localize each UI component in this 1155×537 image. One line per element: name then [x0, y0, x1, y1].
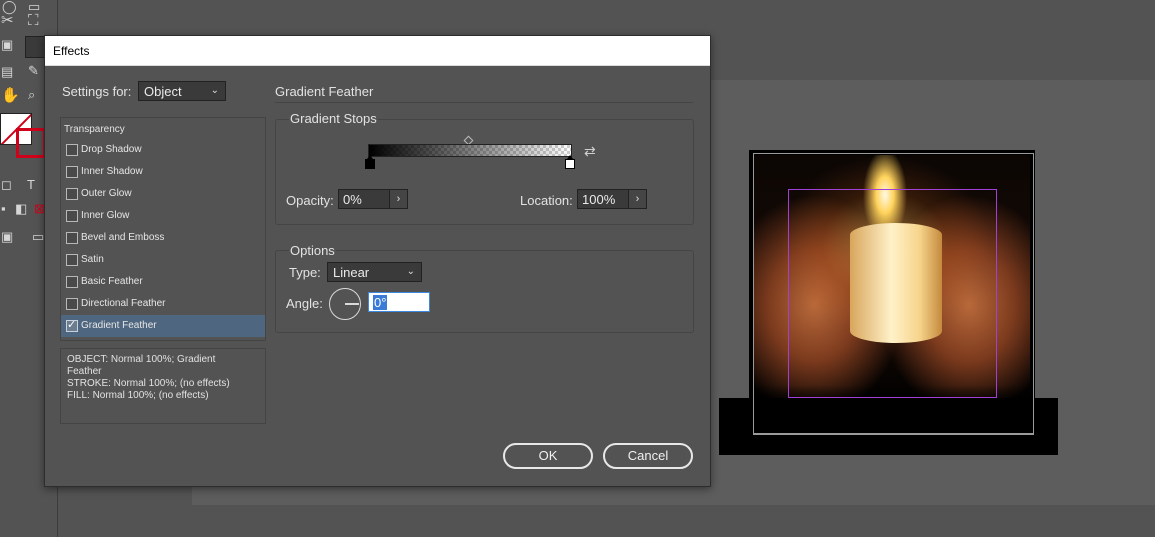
- opacity-field[interactable]: 0% ›: [338, 189, 408, 209]
- effect-item-bevel-emboss[interactable]: Bevel and Emboss: [61, 227, 265, 249]
- effects-dialog: Effects Settings for: Object ⌄ Transpare…: [44, 35, 711, 487]
- gradient-ramp[interactable]: [368, 144, 572, 157]
- effects-list-header[interactable]: Transparency: [64, 124, 125, 135]
- effect-item-label: Basic Feather: [81, 276, 143, 287]
- effect-item-label: Inner Glow: [81, 210, 130, 221]
- bevel-emboss-checkbox[interactable]: [66, 232, 78, 244]
- effect-item-label: Satin: [81, 254, 104, 265]
- angle-value: 0°: [373, 295, 388, 310]
- effect-item-directional-feather[interactable]: Directional Feather: [61, 293, 265, 315]
- chevron-down-icon: ⌄: [210, 85, 219, 96]
- options-title: Options: [289, 243, 336, 258]
- effect-item-satin[interactable]: Satin: [61, 249, 265, 271]
- settings-for-select[interactable]: Object ⌄: [138, 81, 226, 101]
- outer-glow-checkbox[interactable]: [66, 188, 78, 200]
- type-value: Linear: [333, 265, 370, 280]
- effect-item-label: Outer Glow: [81, 188, 132, 199]
- gradient-stop-left[interactable]: [365, 155, 375, 169]
- summary-line: FILL: Normal 100%; (no effects): [67, 390, 209, 401]
- gradient-stops-group: [275, 119, 694, 225]
- dialog-titlebar[interactable]: Effects: [45, 36, 710, 66]
- effect-item-gradient-feather[interactable]: Gradient Feather: [61, 315, 265, 337]
- effect-item-label: Drop Shadow: [81, 144, 142, 155]
- settings-for-value: Object: [144, 84, 182, 99]
- panel-title: Gradient Feather: [275, 84, 374, 99]
- effect-item-label: Directional Feather: [81, 298, 166, 309]
- selection-bounding-box[interactable]: [788, 189, 997, 398]
- stroke-swatch-icon[interactable]: [16, 128, 46, 158]
- effect-item-label: Inner Shadow: [81, 166, 143, 177]
- effect-item-label: Bevel and Emboss: [81, 232, 165, 243]
- effects-summary: OBJECT: Normal 100%; Gradient Feather ST…: [60, 348, 266, 424]
- summary-line: OBJECT: Normal 100%; Gradient: [67, 354, 216, 365]
- effect-item-outer-glow[interactable]: Outer Glow: [61, 183, 265, 205]
- opacity-label: Opacity:: [286, 193, 334, 208]
- type-select[interactable]: Linear ⌄: [327, 262, 422, 282]
- type-label: Type:: [289, 265, 321, 280]
- settings-for-label: Settings for:: [62, 84, 132, 99]
- ok-button[interactable]: OK: [503, 443, 593, 469]
- effect-item-basic-feather[interactable]: Basic Feather: [61, 271, 265, 293]
- satin-checkbox[interactable]: [66, 254, 78, 266]
- directional-feather-checkbox[interactable]: [66, 298, 78, 310]
- basic-feather-checkbox[interactable]: [66, 276, 78, 288]
- effect-item-inner-glow[interactable]: Inner Glow: [61, 205, 265, 227]
- reverse-gradient-icon[interactable]: ⇄: [584, 144, 596, 158]
- effect-item-inner-shadow[interactable]: Inner Shadow: [61, 161, 265, 183]
- location-label: Location:: [520, 193, 573, 208]
- angle-input[interactable]: 0°: [368, 292, 430, 312]
- free-transform-tool-icon[interactable]: ⛶: [28, 13, 39, 28]
- zoom-tool-icon[interactable]: ⌕: [28, 88, 35, 101]
- band-outline: [753, 398, 1034, 434]
- apply-color-icon[interactable]: ▪: [1, 202, 6, 215]
- angle-dial[interactable]: [329, 288, 361, 320]
- effects-list: Transparency Drop Shadow Inner Shadow Ou…: [60, 117, 266, 341]
- location-field[interactable]: 100% ›: [577, 189, 647, 209]
- dialog-title: Effects: [53, 44, 90, 58]
- gradient-swatch-tool-icon[interactable]: ▣: [1, 38, 13, 51]
- chevron-down-icon: ⌄: [406, 266, 415, 277]
- effect-item-label: Gradient Feather: [81, 320, 157, 331]
- chevron-right-icon[interactable]: ›: [628, 190, 646, 208]
- gradient-stops-title: Gradient Stops: [289, 111, 378, 126]
- note-tool-icon[interactable]: ▤: [1, 65, 13, 78]
- opacity-value: 0%: [343, 192, 362, 207]
- panel-title-divider: [275, 102, 693, 103]
- screen-mode-icon[interactable]: ▭: [32, 230, 44, 243]
- normal-view-icon[interactable]: ▣: [1, 230, 13, 243]
- summary-line: STROKE: Normal 100%; (no effects): [67, 378, 230, 389]
- angle-label: Angle:: [286, 296, 323, 311]
- summary-line: Feather: [67, 366, 102, 377]
- chevron-right-icon[interactable]: ›: [389, 190, 407, 208]
- drop-shadow-checkbox[interactable]: [66, 144, 78, 156]
- formatting-container-icon[interactable]: ◻: [1, 178, 12, 191]
- location-value: 100%: [582, 192, 616, 207]
- inner-glow-checkbox[interactable]: [66, 210, 78, 222]
- scissors-tool-icon[interactable]: ✂: [1, 13, 14, 28]
- inner-shadow-checkbox[interactable]: [66, 166, 78, 178]
- gradient-feather-checkbox[interactable]: [66, 318, 78, 332]
- formatting-text-icon[interactable]: T: [27, 178, 35, 191]
- cancel-button[interactable]: Cancel: [603, 443, 693, 469]
- effect-item-drop-shadow[interactable]: Drop Shadow: [61, 139, 265, 161]
- apply-gradient-icon[interactable]: ◧: [15, 202, 27, 215]
- hand-tool-icon[interactable]: ✋: [1, 88, 20, 103]
- eyedropper-tool-icon[interactable]: ✎: [28, 64, 39, 77]
- gradient-stop-right[interactable]: [565, 155, 575, 169]
